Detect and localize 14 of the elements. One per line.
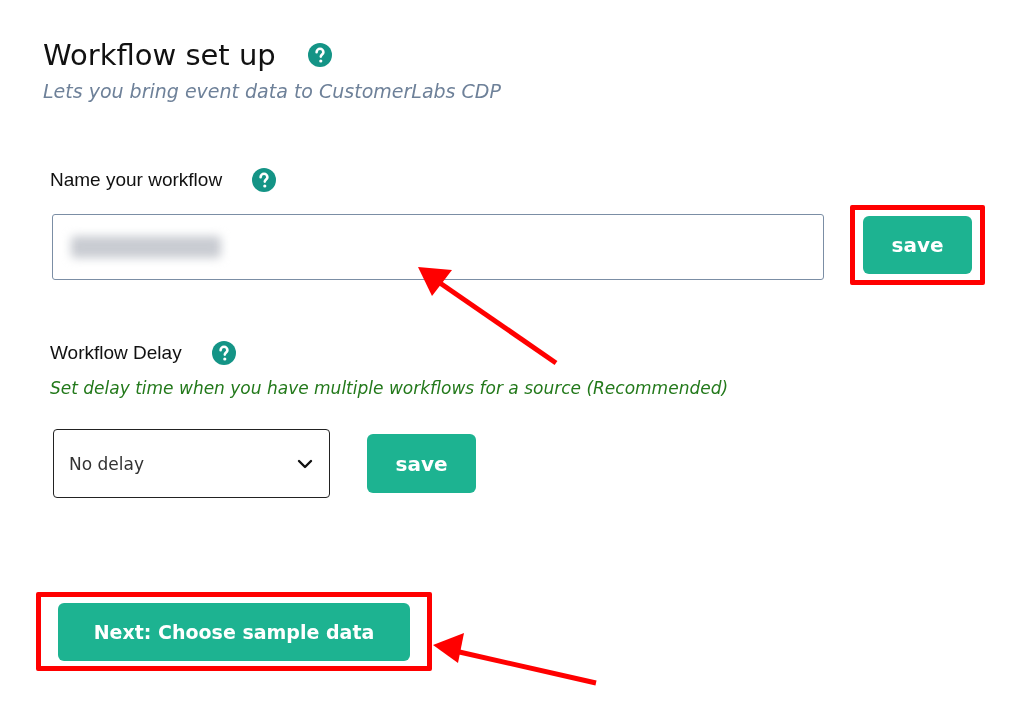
help-icon[interactable] xyxy=(211,341,236,365)
chevron-down-icon xyxy=(297,458,313,469)
help-icon[interactable] xyxy=(307,43,332,67)
delay-dropdown[interactable]: No delay xyxy=(53,429,330,498)
next-button[interactable]: Next: Choose sample data xyxy=(58,602,410,661)
hint-text: Set delay time when you have multiple workflows for a source (Recommended) xyxy=(50,378,730,398)
field-label: Name your workflow xyxy=(50,169,223,191)
page-title: Workflow set up xyxy=(43,38,276,72)
name-input-field[interactable] xyxy=(52,214,824,280)
save-button[interactable]: save xyxy=(367,434,476,493)
help-icon[interactable] xyxy=(252,168,277,192)
field-label: Workflow Delay xyxy=(50,342,182,364)
save-button[interactable]: save xyxy=(863,216,972,274)
page-subtitle: Lets you bring event data to CustomerLabs CDP xyxy=(43,80,502,102)
